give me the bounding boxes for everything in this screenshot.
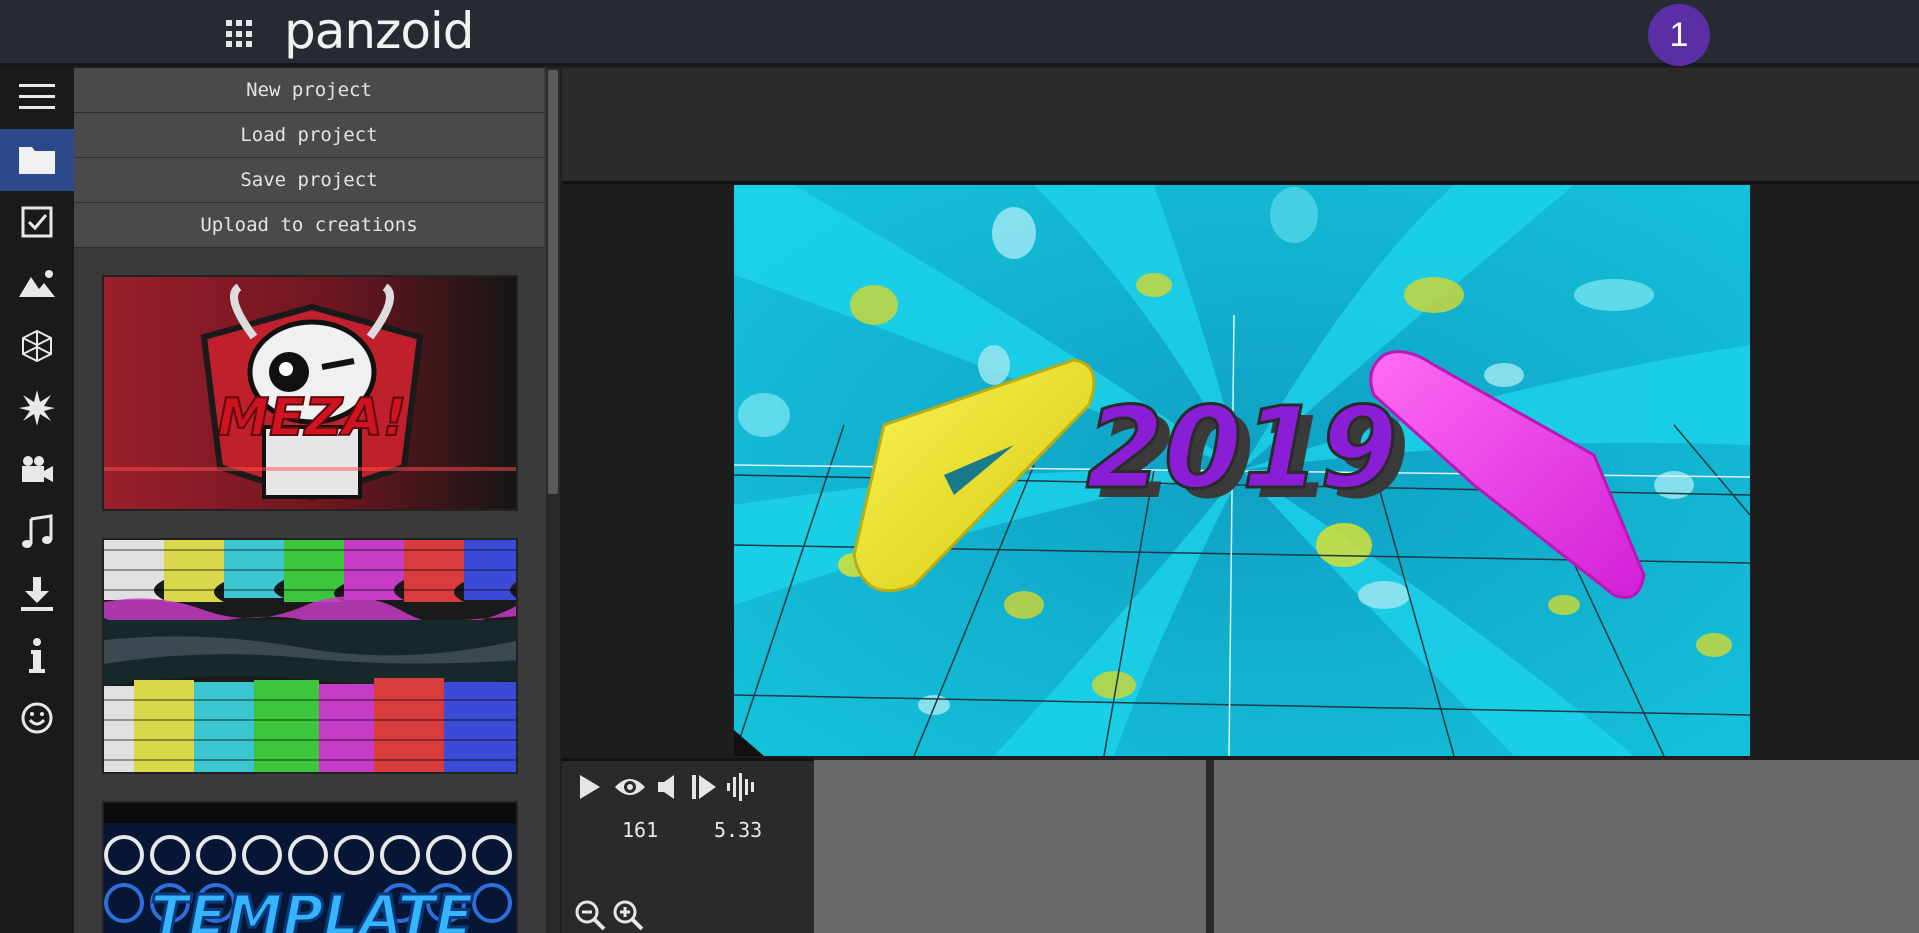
rail-export[interactable]: [0, 563, 74, 625]
rail-background[interactable]: [0, 253, 74, 315]
download-icon: [21, 577, 53, 611]
rail-camera[interactable]: [0, 439, 74, 501]
rail-3d[interactable]: [0, 315, 74, 377]
landscape-icon: [19, 270, 55, 297]
timeline-track[interactable]: [814, 760, 1206, 933]
waveform-icon[interactable]: [726, 771, 758, 803]
zoom-out-icon[interactable]: [574, 899, 606, 931]
template-thumbnail[interactable]: MEZA!: [102, 275, 518, 511]
play-icon[interactable]: [578, 773, 602, 801]
new-project-button[interactable]: New project: [74, 68, 544, 113]
render-preview[interactable]: 2019 2019: [734, 185, 1750, 756]
step-forward-icon[interactable]: [690, 773, 718, 801]
project-panel: New project Load project Save project Up…: [74, 68, 560, 933]
time-readout: 5.33: [714, 818, 763, 842]
rail-checkbox[interactable]: [0, 191, 74, 253]
save-project-button[interactable]: Save project: [74, 158, 544, 203]
rail-project[interactable]: [0, 129, 74, 191]
rail-audio[interactable]: [0, 501, 74, 563]
properties-strip: [562, 68, 1919, 184]
info-icon: [29, 638, 45, 673]
timeline-playhead[interactable]: [1206, 760, 1214, 933]
timeline-track[interactable]: [1214, 760, 1919, 933]
template-thumbnail-image: MEZA!: [104, 277, 516, 509]
template-thumbnail-image: TEMPLATE: [104, 803, 516, 933]
panel-scrollbar[interactable]: [546, 68, 560, 933]
frame-readout: 161: [622, 818, 659, 842]
camera-icon: [22, 456, 53, 482]
preview-title-text: 2019: [1086, 384, 1398, 514]
menu-icon: [19, 84, 55, 109]
rail-account[interactable]: [0, 687, 74, 749]
smiley-icon: [21, 702, 53, 734]
tool-rail: [0, 66, 74, 933]
rail-effects[interactable]: [0, 377, 74, 439]
top-bar: panzoid 1: [0, 0, 1919, 66]
project-panel-content: New project Load project Save project Up…: [74, 68, 544, 933]
template-thumbnail[interactable]: [102, 538, 518, 774]
template-thumbnail-text: MEZA!: [218, 388, 407, 448]
folder-icon: [19, 147, 55, 174]
cube-icon: [22, 329, 52, 363]
panel-scroll-thumb[interactable]: [548, 70, 558, 494]
volume-icon[interactable]: [656, 773, 678, 801]
playback-controls: 161 5.33: [562, 758, 814, 933]
template-thumbnail-text: TEMPLATE: [150, 884, 473, 933]
load-project-button[interactable]: Load project: [74, 113, 544, 158]
template-thumbnail[interactable]: TEMPLATE: [102, 801, 518, 933]
apps-grid-icon[interactable]: [226, 20, 254, 48]
eye-icon[interactable]: [614, 775, 646, 799]
notification-badge[interactable]: 1: [1648, 4, 1710, 66]
render-preview-canvas: 2019 2019: [734, 185, 1750, 756]
upload-creations-button[interactable]: Upload to creations: [74, 203, 544, 248]
starburst-icon: [19, 390, 55, 426]
checkbox-icon: [21, 206, 53, 238]
template-thumbnail-image: [104, 540, 516, 772]
zoom-in-icon[interactable]: [612, 899, 644, 931]
music-note-icon: [22, 514, 53, 548]
rail-menu[interactable]: [0, 66, 74, 128]
brand-logo[interactable]: panzoid: [284, 4, 475, 58]
rail-info[interactable]: [0, 625, 74, 687]
